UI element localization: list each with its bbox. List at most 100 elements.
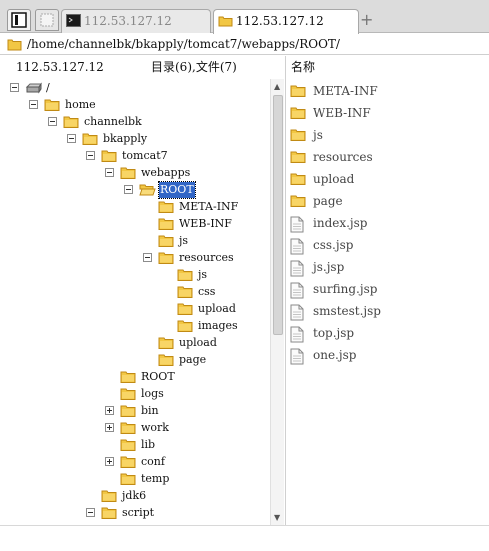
- folder-item[interactable]: upload: [290, 170, 354, 192]
- folder-icon: [158, 252, 174, 264]
- directory-tree[interactable]: / home channelbk bkapply tomcat7 webapps ROOT M…: [0, 79, 270, 525]
- tree-node[interactable]: css: [0, 284, 270, 301]
- tree-node[interactable]: WEB-INF: [0, 216, 270, 233]
- tree-node[interactable]: META-INF: [0, 199, 270, 216]
- folder-icon: [120, 473, 136, 485]
- tree-node[interactable]: ROOT: [0, 369, 270, 386]
- tree-node[interactable]: images: [0, 318, 270, 335]
- folder-icon: [218, 16, 233, 27]
- file-item[interactable]: js.jsp: [290, 258, 344, 280]
- expand-icon[interactable]: [105, 457, 114, 466]
- tree-node[interactable]: ROOT: [0, 181, 270, 199]
- scroll-down-icon[interactable]: ▼: [274, 513, 280, 522]
- file-item[interactable]: index.jsp: [290, 214, 368, 236]
- collapse-icon[interactable]: [105, 168, 114, 177]
- tree-node-label: jdk6: [122, 489, 147, 502]
- file-item[interactable]: smstest.jsp: [290, 302, 381, 324]
- tree-node[interactable]: conf: [0, 454, 270, 471]
- file-icon: [290, 282, 304, 299]
- item-name: one.jsp: [313, 348, 357, 362]
- collapse-icon[interactable]: [143, 253, 152, 262]
- tree-node[interactable]: work: [0, 420, 270, 437]
- path-bar[interactable]: /home/channelbk/bkapply/tomcat7/webapps/…: [0, 34, 489, 55]
- tree-node-label: js: [179, 234, 189, 247]
- file-icon: [290, 260, 304, 277]
- file-item[interactable]: top.jsp: [290, 324, 354, 346]
- folder-icon: [101, 507, 117, 519]
- tree-node[interactable]: /: [0, 80, 270, 97]
- tree-node-label: work: [141, 421, 169, 434]
- tree-node[interactable]: channelbk: [0, 114, 270, 131]
- folder-icon: [177, 320, 193, 332]
- tab-sftp[interactable]: 112.53.127.12: [213, 9, 359, 34]
- bottom-strip: [0, 525, 489, 551]
- blank-page-icon: [40, 13, 54, 27]
- tree-node[interactable]: bkapply: [0, 131, 270, 148]
- tree-node-label: bkapply: [103, 132, 148, 145]
- folder-item[interactable]: resources: [290, 148, 373, 170]
- tree-node[interactable]: home: [0, 97, 270, 114]
- collapse-icon[interactable]: [67, 134, 76, 143]
- tree-node-label: ROOT: [158, 181, 196, 199]
- file-item[interactable]: surfing.jsp: [290, 280, 377, 302]
- tree-node[interactable]: temp: [0, 471, 270, 488]
- tree-node[interactable]: upload: [0, 335, 270, 352]
- tree-node[interactable]: js: [0, 233, 270, 250]
- tree-node[interactable]: tomcat7: [0, 148, 270, 165]
- item-name: META-INF: [313, 84, 378, 98]
- panel-toggle-button[interactable]: [7, 9, 31, 31]
- new-tab-icon[interactable]: +: [360, 12, 373, 28]
- tree-node-label: upload: [179, 336, 217, 349]
- folder-icon: [101, 150, 117, 162]
- collapse-icon[interactable]: [124, 185, 133, 194]
- tree-node[interactable]: logs: [0, 386, 270, 403]
- collapse-icon[interactable]: [10, 83, 19, 92]
- folder-item[interactable]: js: [290, 126, 323, 148]
- scroll-up-icon[interactable]: ▲: [274, 82, 280, 91]
- collapse-icon[interactable]: [86, 151, 95, 160]
- tree-node-label: webapps: [141, 166, 191, 179]
- file-icon: [290, 304, 304, 321]
- collapse-icon[interactable]: [48, 117, 57, 126]
- tree-node[interactable]: resources: [0, 250, 270, 267]
- collapse-icon[interactable]: [86, 508, 95, 517]
- folder-icon: [290, 107, 306, 119]
- folder-icon: [120, 388, 136, 400]
- expand-icon[interactable]: [105, 406, 114, 415]
- tree-node[interactable]: lib: [0, 437, 270, 454]
- scroll-thumb[interactable]: [273, 95, 283, 335]
- collapse-icon[interactable]: [29, 100, 38, 109]
- folder-icon: [290, 151, 306, 163]
- folder-icon: [101, 490, 117, 502]
- tree-node-label: bin: [141, 404, 159, 417]
- tree-node[interactable]: upload: [0, 301, 270, 318]
- tree-node[interactable]: page: [0, 352, 270, 369]
- folder-icon: [177, 269, 193, 281]
- tree-node-label: images: [198, 319, 238, 332]
- tree-node[interactable]: js: [0, 267, 270, 284]
- folder-item[interactable]: META-INF: [290, 82, 378, 104]
- folder-icon: [290, 173, 306, 185]
- pane-divider[interactable]: [285, 56, 286, 551]
- blank-tab-button[interactable]: [35, 9, 59, 31]
- folder-item[interactable]: WEB-INF: [290, 104, 371, 126]
- tree-node[interactable]: bin: [0, 403, 270, 420]
- tree-node[interactable]: webapps: [0, 165, 270, 182]
- item-name: upload: [313, 172, 355, 186]
- path-text: /home/channelbk/bkapply/tomcat7/webapps/…: [27, 37, 340, 51]
- name-column-header[interactable]: 名称: [291, 59, 315, 75]
- folder-icon: [290, 85, 306, 97]
- tree-node-label: channelbk: [84, 115, 142, 128]
- file-item[interactable]: css.jsp: [290, 236, 353, 258]
- folder-item[interactable]: page: [290, 192, 343, 214]
- file-item[interactable]: one.jsp: [290, 346, 356, 368]
- tree-scrollbar[interactable]: ▲ ▼: [270, 79, 284, 525]
- item-name: top.jsp: [313, 326, 355, 340]
- file-icon: [290, 216, 304, 233]
- tree-node[interactable]: script: [0, 505, 270, 522]
- directory-summary: 目录(6),文件(7): [151, 60, 237, 74]
- folder-icon: [158, 235, 174, 247]
- expand-icon[interactable]: [105, 423, 114, 432]
- tab-terminal[interactable]: 112.53.127.12: [61, 9, 211, 33]
- tree-node[interactable]: jdk6: [0, 488, 270, 505]
